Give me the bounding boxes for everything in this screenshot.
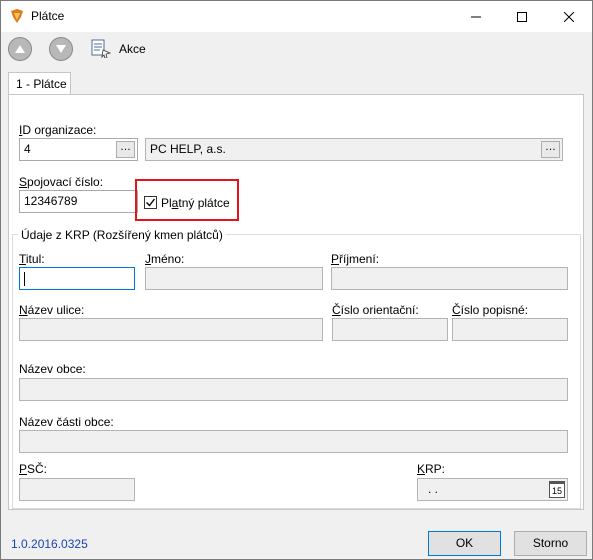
arrow-up-icon xyxy=(15,45,25,53)
psc-field[interactable] xyxy=(19,478,135,501)
spojovaci-cislo-value: 12346789 xyxy=(24,194,78,208)
window-title: Plátce xyxy=(31,9,65,23)
krp-group-title: Údaje z KRP (Rozšířený kmen plátců) xyxy=(18,228,226,242)
titul-field[interactable] xyxy=(19,267,135,290)
maximize-button[interactable] xyxy=(499,1,545,32)
nazev-casti-obce-field[interactable] xyxy=(19,430,568,453)
toolbar: Akce xyxy=(1,32,592,66)
nazev-casti-obce-label: Název části obce: xyxy=(19,415,114,429)
app-logo-icon xyxy=(9,8,25,27)
dialog-window: Plátce Akce 1 - Plátce ID organizace: 4 … xyxy=(0,0,593,560)
actions-label: Akce xyxy=(119,42,146,56)
cislo-orientacni-field[interactable] xyxy=(332,318,448,341)
nazev-ulice-label: Název ulice: xyxy=(19,303,85,317)
nazev-obce-field[interactable] xyxy=(19,378,568,401)
krp-date-value: . . xyxy=(428,482,439,496)
organization-browse-button[interactable]: … xyxy=(541,141,560,158)
arrow-down-icon xyxy=(56,45,66,53)
spojovaci-cislo-field[interactable]: 12346789 xyxy=(19,190,138,213)
move-up-button[interactable] xyxy=(8,37,32,61)
close-icon xyxy=(564,11,574,22)
calendar-icon[interactable]: 15 xyxy=(549,481,565,498)
close-button[interactable] xyxy=(546,1,592,32)
storno-button[interactable]: Storno xyxy=(514,531,587,556)
krp-date-field[interactable]: . . 15 xyxy=(417,478,568,501)
id-organizace-browse-button[interactable]: … xyxy=(116,141,135,158)
nazev-obce-label: Název obce: xyxy=(19,362,86,376)
tab-label: 1 - Plátce xyxy=(16,77,67,91)
document-actions-icon xyxy=(89,38,112,61)
title-bar: Plátce xyxy=(1,1,592,32)
highlight-annotation-box xyxy=(135,179,239,221)
nazev-ulice-field[interactable] xyxy=(19,318,323,341)
tab-platce[interactable]: 1 - Plátce xyxy=(8,72,71,95)
ok-button[interactable]: OK xyxy=(428,531,501,556)
organization-name-field[interactable]: PC HELP, a.s. … xyxy=(145,138,563,161)
version-label: 1.0.2016.0325 xyxy=(11,537,88,551)
psc-label: PSČ: xyxy=(19,462,48,476)
jmeno-field[interactable] xyxy=(145,267,323,290)
id-organizace-label: ID organizace: xyxy=(19,123,97,137)
prijmeni-label: Příjmení: xyxy=(331,252,380,266)
id-organizace-field[interactable]: 4 … xyxy=(19,138,138,161)
minimize-button[interactable] xyxy=(453,1,499,32)
calendar-day-number: 15 xyxy=(551,486,562,496)
prijmeni-field[interactable] xyxy=(331,267,568,290)
id-organizace-value: 4 xyxy=(24,142,31,156)
jmeno-label: Jméno: xyxy=(145,252,185,266)
maximize-icon xyxy=(517,11,527,22)
spojovaci-cislo-label: Spojovací číslo: xyxy=(19,175,104,189)
cislo-orientacni-label: Číslo orientační: xyxy=(332,303,419,317)
minimize-icon xyxy=(471,16,481,17)
move-down-button[interactable] xyxy=(49,37,73,61)
titul-label: Titul: xyxy=(19,252,45,266)
organization-name-value: PC HELP, a.s. xyxy=(150,142,226,156)
cislo-popisne-label: Číslo popisné: xyxy=(452,303,529,317)
text-caret xyxy=(24,271,25,286)
cislo-popisne-field[interactable] xyxy=(452,318,568,341)
krp-label: KRP: xyxy=(417,462,446,476)
actions-menu-button[interactable]: Akce xyxy=(89,36,151,62)
id-organizace-label-rest: D organizace: xyxy=(22,123,97,137)
